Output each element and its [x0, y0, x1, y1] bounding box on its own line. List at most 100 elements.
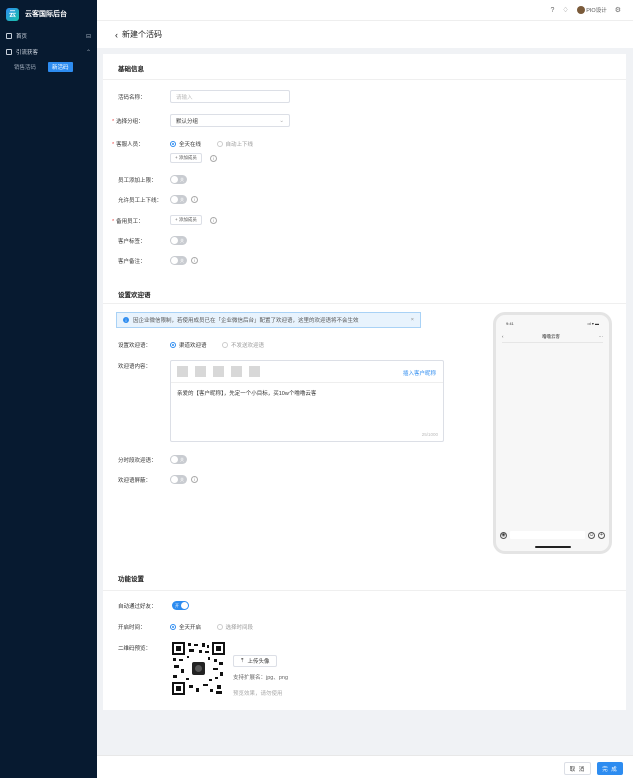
remark-label: 客户备注：: [118, 259, 146, 265]
sidebar-item-label: 首页: [16, 34, 28, 40]
phone-status-bar: 9:41 •ıl ▾ ▬: [506, 321, 599, 326]
app-title: 云客国际后台: [25, 11, 67, 18]
info-icon: i: [123, 317, 129, 323]
name-input[interactable]: 请输入: [170, 90, 290, 103]
timed-label: 分时段欢迎语：: [118, 458, 157, 464]
radio-all-day-open[interactable]: 全天开启: [170, 623, 201, 631]
tag-switch[interactable]: 关: [170, 236, 187, 245]
top-bar: ? ♢ PIO设计 ⚙: [97, 0, 633, 20]
welcome-editor[interactable]: 插入客户昵称 亲爱的【客户昵称】，先定一个小目标，买10w个噜噜云客 25/10…: [170, 360, 444, 442]
staff-label: * 客服人员：: [112, 142, 144, 148]
mini-program-icon[interactable]: [249, 366, 260, 377]
chevron-up-icon: ⌃: [85, 49, 91, 56]
help-icon[interactable]: ?: [551, 7, 555, 14]
bell-icon[interactable]: ♢: [562, 6, 568, 14]
avatar: [576, 6, 585, 15]
image-icon[interactable]: [177, 366, 188, 377]
phone-preview: 9:41 •ıl ▾ ▬ ‹ 噜噜云客 ··· ◉ ☺ +: [493, 312, 612, 554]
group-label: * 选择分组：: [112, 119, 144, 125]
chevron-down-icon: ⌄: [279, 117, 284, 124]
sidebar-item-new-code[interactable]: 新活码: [48, 62, 73, 72]
upload-avatar-button[interactable]: ⤒ 上传头像: [233, 655, 278, 667]
backup-label: * 备用员工：: [112, 219, 144, 225]
limit-switch[interactable]: 关: [170, 175, 187, 184]
radio-time-range[interactable]: 选择时间段: [216, 623, 253, 631]
tag-label: 客户标签：: [118, 239, 146, 245]
shield-switch[interactable]: 关: [170, 475, 187, 484]
file-icon[interactable]: [231, 366, 242, 377]
form-card: 基础信息 活码名称： 请输入 * 选择分组： 默认分组 ⌄ * 客服人员： 全天在线 …: [103, 54, 626, 710]
welcome-content-label: 欢迎语内容：: [118, 364, 152, 370]
radio-auto[interactable]: 自动上下线: [216, 140, 253, 148]
home-icon: [6, 33, 12, 39]
phone-chat-header: ‹ 噜噜云客 ···: [502, 331, 603, 343]
welcome-setting-label: 设置欢迎语：: [118, 343, 152, 349]
section-title-welcome: 设置欢迎语: [118, 292, 151, 299]
user-menu[interactable]: PIO设计: [576, 6, 607, 15]
lead-icon: [6, 49, 12, 55]
link-icon[interactable]: [213, 366, 224, 377]
back-icon[interactable]: ‹: [115, 30, 118, 40]
user-name: PIO设计: [586, 7, 607, 14]
page-title: 新建个活码: [122, 30, 162, 39]
sidebar-item-label: 引流获客: [16, 50, 39, 56]
sidebar-group-lead[interactable]: 引流获客 ⌃: [0, 44, 97, 60]
phone-title: 噜噜云客: [542, 333, 560, 339]
sidebar-item-sales-code[interactable]: 销售活码: [14, 63, 36, 71]
divider: [103, 79, 626, 80]
staff-radio-group: 全天在线 自动上下线: [170, 140, 267, 149]
welcome-radio-group: 渠道欢迎语 不发送欢迎语: [170, 341, 278, 350]
phone-input-bar: ◉ ☺ +: [500, 529, 605, 541]
upload-hint: 支持扩展名：jpg、png: [233, 675, 289, 681]
insert-nickname-link[interactable]: 插入客户昵称: [403, 369, 436, 377]
add-member-button[interactable]: + 添加成员: [170, 153, 202, 163]
brand[interactable]: 云 云客国际后台: [0, 0, 97, 28]
welcome-alert: i 因企业微信限制，若使用成员已在「企业微信后台」配置了欢迎语，这里的欢迎语将不…: [116, 312, 421, 328]
radio-no-welcome[interactable]: 不发送欢迎语: [222, 341, 264, 349]
name-label: 活码名称：: [118, 95, 146, 101]
preview-hint: 预览效果，请勿使用: [233, 691, 283, 697]
qr-label: 二维码预览：: [118, 646, 152, 652]
info-icon[interactable]: i: [210, 155, 217, 162]
cancel-button[interactable]: 取 消: [564, 762, 591, 775]
settings-icon[interactable]: ⚙: [615, 6, 621, 14]
back-icon: ‹: [502, 334, 504, 339]
sidebar-item-home[interactable]: 首页 ⊟: [0, 28, 97, 44]
upload-icon: ⤒: [241, 657, 244, 664]
remark-switch[interactable]: 关: [170, 256, 187, 265]
info-icon[interactable]: i: [191, 476, 198, 483]
more-icon: ···: [598, 334, 604, 339]
close-icon[interactable]: ×: [411, 317, 414, 323]
qr-code-image: [172, 642, 225, 695]
online-switch[interactable]: 关: [170, 195, 187, 204]
shield-label: 欢迎语屏蔽：: [118, 478, 152, 484]
auto-accept-label: 自动通过好友：: [118, 604, 157, 610]
home-indicator: [534, 546, 571, 548]
collapse-icon[interactable]: ⊟: [86, 33, 91, 40]
section-title-function: 功能设置: [118, 576, 144, 583]
plus-icon: +: [598, 531, 605, 539]
sidebar: 云 云客国际后台 首页 ⊟ 引流获客 ⌃ 销售活码 新活码: [0, 0, 97, 778]
online-label: 允许员工上下线：: [118, 198, 163, 204]
divider: [103, 303, 626, 304]
add-backup-button[interactable]: + 添加成员: [170, 215, 202, 225]
auto-accept-switch[interactable]: 开: [172, 601, 189, 610]
info-icon[interactable]: i: [210, 217, 217, 224]
radio-channel-welcome[interactable]: 渠道欢迎语: [170, 341, 207, 349]
char-count: 25/1000: [421, 432, 438, 437]
group-select[interactable]: 默认分组 ⌄: [170, 114, 290, 127]
welcome-text[interactable]: 亲爱的【客户昵称】，先定一个小目标，买10w个噜噜云客: [177, 389, 316, 397]
info-icon[interactable]: i: [191, 257, 198, 264]
finish-button[interactable]: 完 成: [597, 762, 623, 775]
section-title-basic: 基础信息: [118, 66, 144, 73]
radio-all-day[interactable]: 全天在线: [170, 140, 201, 148]
video-icon[interactable]: [195, 366, 206, 377]
info-icon[interactable]: i: [191, 196, 198, 203]
time-label: 开启时间：: [118, 625, 146, 631]
limit-label: 员工添加上限：: [118, 178, 157, 184]
page-header: ‹ 新建个活码: [97, 20, 633, 48]
cloud-logo-icon: 云: [6, 7, 19, 21]
timed-switch[interactable]: 关: [170, 455, 187, 464]
divider: [103, 590, 626, 591]
time-radio-group: 全天开启 选择时间段: [170, 623, 267, 632]
